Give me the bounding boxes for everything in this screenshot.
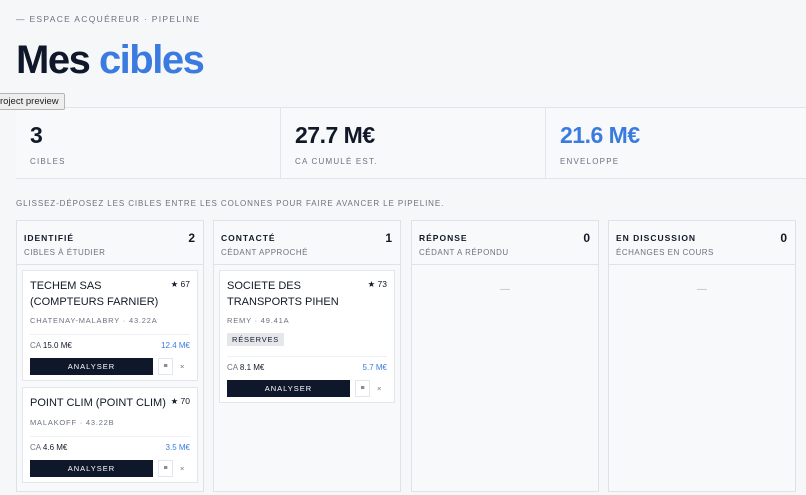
- card-actions: ANALYSER ≡ ×: [30, 459, 190, 477]
- card-actions: ANALYSER ≡ ×: [30, 358, 190, 375]
- stat-cibles: 3 CIBLES: [16, 108, 281, 178]
- ca-value: 4.6 M€: [42, 442, 68, 452]
- card-company-name: POINT CLIM (POINT CLIM): [30, 397, 166, 409]
- column-en-discussion[interactable]: EN DISCUSSION ÉCHANGES EN COURS 0 —: [608, 220, 796, 492]
- column-title: RÉPONSE: [419, 233, 468, 243]
- stat-ca-cumule: 27.7 M€ CA CUMULÉ EST.: [281, 108, 546, 178]
- stat-value: 27.7 M€: [295, 122, 375, 148]
- card-location: CHATENAY-MALABRY · 43.22A: [30, 316, 158, 325]
- stat-label: CA CUMULÉ EST.: [295, 157, 378, 166]
- column-header: EN DISCUSSION ÉCHANGES EN COURS 0: [609, 221, 795, 265]
- stats-bar: 3 CIBLES 27.7 M€ CA CUMULÉ EST. 21.6 M€ …: [16, 107, 806, 179]
- empty-placeholder: —: [500, 284, 510, 295]
- card-ca: CA 15.0 M€: [30, 341, 72, 350]
- ca-label: CA: [30, 341, 41, 350]
- card-ca: CA 8.1 M€: [227, 363, 264, 372]
- card-score: ★ 67: [170, 279, 190, 289]
- column-subtitle: CÉDANT A RÉPONDU: [419, 248, 509, 257]
- target-card[interactable]: POINT CLIM (POINT CLIM) ★ 70 MALAKOFF · …: [22, 387, 198, 483]
- ca-label: CA: [30, 442, 41, 452]
- column-reponse[interactable]: RÉPONSE CÉDANT A RÉPONDU 0 —: [411, 220, 599, 492]
- card-actions: ANALYSER ≡ ×: [227, 380, 387, 397]
- project-preview-tooltip: roject preview: [0, 93, 65, 110]
- page-title-accent: cibles: [98, 38, 205, 82]
- card-financials: CA 8.1 M€ 5.7 M€: [227, 356, 387, 372]
- analyse-button[interactable]: ANALYSER: [30, 459, 153, 477]
- card-ca: CA 4.6 M€: [30, 443, 67, 452]
- list-icon[interactable]: ≡: [158, 459, 173, 477]
- stat-enveloppe: 21.6 M€ ENVELOPPE: [546, 108, 806, 178]
- column-header: RÉPONSE CÉDANT A RÉPONDU 0: [412, 221, 598, 265]
- column-count: 0: [583, 231, 590, 245]
- stat-label: ENVELOPPE: [560, 157, 620, 166]
- card-envelope: 3.5 M€: [165, 442, 190, 452]
- stat-label: CIBLES: [30, 157, 66, 166]
- column-contacte[interactable]: CONTACTÉ CÉDANT APPROCHÉ 1 SOCIETE DES T…: [213, 220, 401, 492]
- card-location: REMY · 49.41A: [227, 316, 290, 325]
- pipeline-hint: GLISSEZ-DÉPOSEZ LES CIBLES ENTRE LES COL…: [16, 199, 445, 208]
- empty-placeholder: —: [697, 284, 707, 295]
- page-title-main: Mes: [16, 38, 91, 82]
- stat-value: 3: [30, 122, 43, 148]
- card-score: ★ 73: [367, 279, 387, 289]
- column-subtitle: CÉDANT APPROCHÉ: [221, 248, 308, 257]
- list-icon[interactable]: ≡: [158, 358, 173, 375]
- card-score: ★ 70: [170, 396, 190, 406]
- column-subtitle: CIBLES À ÉTUDIER: [24, 248, 106, 257]
- column-count: 2: [188, 231, 195, 245]
- column-header: IDENTIFIÉ CIBLES À ÉTUDIER 2: [17, 221, 203, 265]
- page-eyebrow: — ESPACE ACQUÉREUR · PIPELINE: [16, 14, 201, 24]
- ca-value: 8.1 M€: [239, 363, 265, 372]
- column-count: 0: [780, 231, 787, 245]
- remove-icon[interactable]: ×: [377, 384, 381, 393]
- analyse-button[interactable]: ANALYSER: [30, 358, 153, 375]
- card-financials: CA 4.6 M€ 3.5 M€: [30, 435, 190, 452]
- list-icon[interactable]: ≡: [355, 380, 370, 397]
- remove-icon[interactable]: ×: [180, 362, 184, 371]
- column-count: 1: [385, 231, 392, 245]
- card-envelope: 5.7 M€: [362, 363, 387, 372]
- column-identifie[interactable]: IDENTIFIÉ CIBLES À ÉTUDIER 2 TECHEM SAS …: [16, 220, 204, 492]
- stat-value: 21.6 M€: [560, 122, 640, 148]
- analyse-button[interactable]: ANALYSER: [227, 380, 350, 397]
- remove-icon[interactable]: ×: [180, 464, 184, 473]
- target-card[interactable]: SOCIETE DES TRANSPORTS PIHEN ★ 73 REMY ·…: [219, 270, 395, 403]
- card-company-name: TECHEM SAS (COMPTEURS FARNIER): [30, 280, 159, 308]
- reserves-badge: RÉSERVES: [227, 333, 285, 346]
- column-title: EN DISCUSSION: [616, 233, 697, 243]
- column-title: CONTACTÉ: [221, 233, 276, 243]
- card-company-name: SOCIETE DES TRANSPORTS PIHEN: [227, 280, 339, 308]
- ca-value: 15.0 M€: [42, 341, 72, 350]
- page-title: Mes cibles: [16, 38, 205, 83]
- column-title: IDENTIFIÉ: [24, 233, 75, 243]
- card-financials: CA 15.0 M€ 12.4 M€: [30, 334, 190, 350]
- column-header: CONTACTÉ CÉDANT APPROCHÉ 1: [214, 221, 400, 265]
- column-subtitle: ÉCHANGES EN COURS: [616, 248, 714, 257]
- card-location: MALAKOFF · 43.22B: [30, 417, 115, 427]
- card-envelope: 12.4 M€: [161, 341, 190, 350]
- ca-label: CA: [227, 363, 238, 372]
- target-card[interactable]: TECHEM SAS (COMPTEURS FARNIER) ★ 67 CHAT…: [22, 270, 198, 381]
